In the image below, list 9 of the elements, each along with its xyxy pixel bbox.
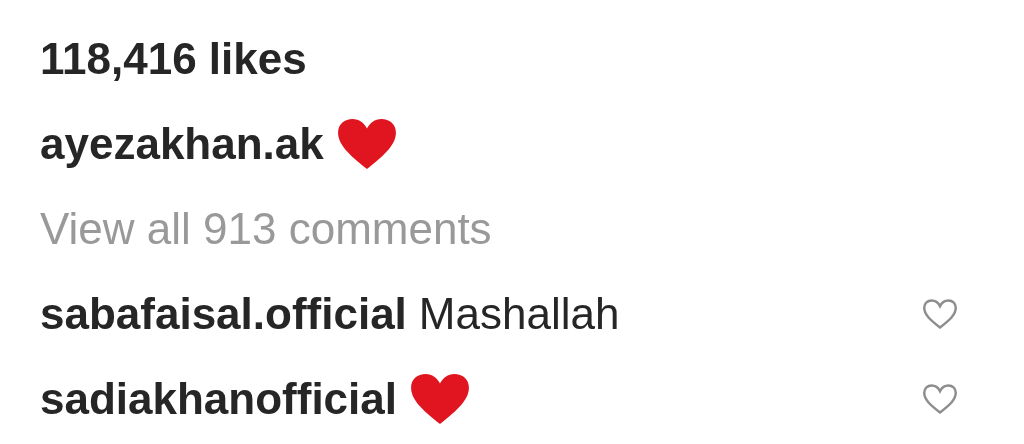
comment-username[interactable]: sabafaisal.official	[40, 288, 407, 339]
username[interactable]: ayezakhan.ak	[40, 118, 324, 169]
heart-icon	[335, 116, 398, 171]
like-icon[interactable]	[922, 382, 958, 415]
heart-icon	[409, 371, 471, 426]
like-icon[interactable]	[922, 297, 958, 330]
likes-count[interactable]: 118,416 likes	[40, 33, 307, 84]
comment-text: Mashallah	[418, 288, 620, 339]
comment-username[interactable]: sadiakhanofficial	[40, 373, 397, 424]
